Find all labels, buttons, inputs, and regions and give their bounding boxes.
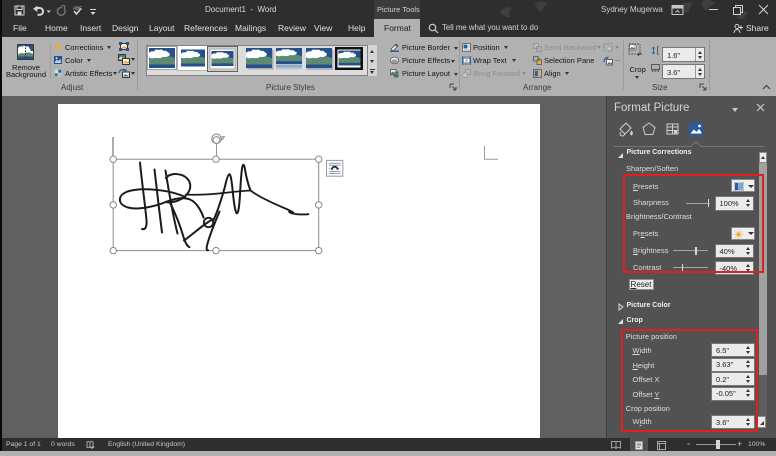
svg-text:ABC: ABC — [73, 6, 83, 11]
